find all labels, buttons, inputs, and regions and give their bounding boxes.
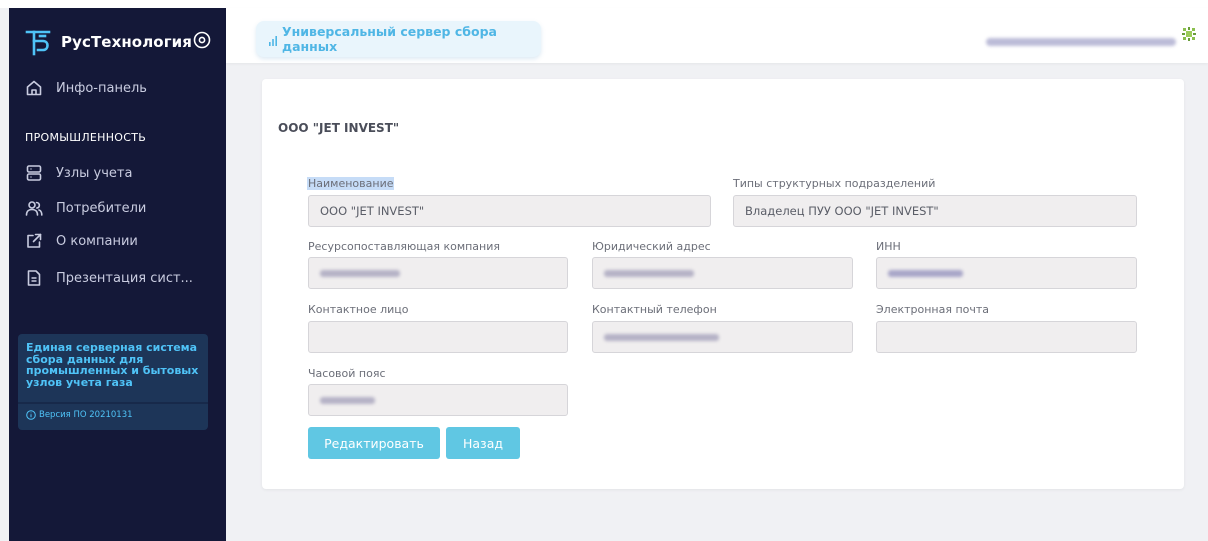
name-value: ООО "JET INVEST"	[320, 204, 425, 218]
system-info-box: Единая серверная система сбора данных дл…	[18, 334, 208, 430]
divider	[18, 402, 208, 404]
sidebar-item-label: Инфо-панель	[56, 80, 147, 96]
document-icon	[25, 269, 43, 287]
email-field[interactable]	[876, 321, 1137, 353]
supplier-field[interactable]	[308, 257, 568, 289]
logo-icon	[25, 28, 51, 56]
sidebar: РусТехнология Инфо-панель ПРОМЫШЛЕННОСТЬ…	[9, 8, 226, 541]
redacted-value	[604, 269, 694, 277]
redacted-value	[604, 333, 719, 341]
sidebar-item-dashboard[interactable]: Инфо-панель	[25, 77, 147, 99]
users-icon	[25, 199, 43, 217]
user-name[interactable]	[986, 38, 1176, 46]
name-field[interactable]: ООО "JET INVEST"	[308, 195, 711, 227]
inn-field[interactable]	[876, 257, 1137, 289]
external-link-icon	[25, 232, 43, 250]
unit-types-label: Типы структурных подразделений	[733, 177, 936, 190]
home-icon	[25, 79, 43, 97]
info-icon	[26, 410, 36, 420]
user-avatar-icon[interactable]	[1181, 26, 1197, 42]
timezone-label: Часовой пояс	[308, 367, 386, 380]
version-label: Версия ПО 20210131	[39, 410, 133, 420]
timezone-field[interactable]	[308, 384, 568, 416]
sidebar-item-label: О компании	[56, 233, 138, 249]
server-icon	[25, 164, 43, 182]
redacted-value	[320, 269, 400, 277]
inn-label: ИНН	[876, 240, 901, 253]
sidebar-item-label: Потребители	[56, 200, 147, 216]
supplier-label: Ресурсопоставляющая компания	[308, 240, 501, 253]
company-card: ООО "JET INVEST" Наименование ООО "JET I…	[262, 79, 1184, 489]
header: Универсальный сервер сбора данных	[226, 8, 1208, 63]
edit-button[interactable]: Редактировать	[308, 427, 440, 459]
sidebar-item-label: Узлы учета	[56, 165, 133, 181]
email-label: Электронная почта	[876, 303, 990, 316]
system-description: Единая серверная система сбора данных дл…	[26, 341, 199, 389]
redacted-value	[320, 396, 375, 404]
back-button[interactable]: Назад	[446, 427, 520, 459]
sidebar-item-label: Презентация сист...	[56, 270, 193, 286]
company-title: ООО "JET INVEST"	[278, 121, 400, 135]
app-title-chip: Универсальный сервер сбора данных	[256, 21, 541, 57]
sidebar-item-presentation[interactable]: Презентация сист...	[25, 267, 193, 289]
unit-types-value: Владелец ПУУ ООО "JET INVEST"	[745, 204, 939, 218]
section-title-industry: ПРОМЫШЛЕННОСТЬ	[25, 131, 147, 144]
sidebar-toggle-icon[interactable]	[193, 31, 211, 49]
contact-field[interactable]	[308, 321, 568, 353]
sidebar-item-consumers[interactable]: Потребители	[25, 197, 146, 219]
bar-chart-icon	[268, 34, 278, 46]
name-label: Наименование	[307, 177, 395, 190]
phone-label: Контактный телефон	[592, 303, 717, 316]
unit-types-field[interactable]: Владелец ПУУ ООО "JET INVEST"	[733, 195, 1137, 227]
sidebar-item-metering-nodes[interactable]: Узлы учета	[25, 162, 132, 184]
contact-label: Контактное лицо	[308, 303, 409, 316]
address-label: Юридический адрес	[592, 240, 711, 253]
address-field[interactable]	[592, 257, 853, 289]
brand-name: РусТехнология	[61, 33, 192, 51]
redacted-value	[888, 269, 963, 277]
brand[interactable]: РусТехнология	[25, 28, 192, 56]
version-info: Версия ПО 20210131	[26, 410, 133, 420]
app-title: Универсальный сервер сбора данных	[282, 24, 497, 54]
phone-field[interactable]	[592, 321, 853, 353]
sidebar-item-about[interactable]: О компании	[25, 230, 138, 252]
